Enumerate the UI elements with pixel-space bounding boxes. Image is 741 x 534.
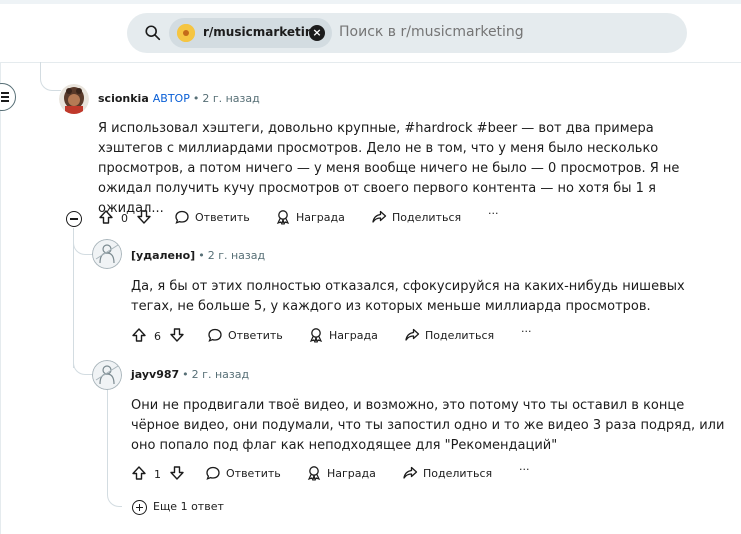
- award-button[interactable]: Награда: [306, 465, 376, 481]
- comment-time[interactable]: 2 г. назад: [208, 249, 265, 262]
- top-divider: [0, 0, 741, 4]
- comment-body: Да, я бы от этих полностью отказался, сф…: [131, 279, 685, 314]
- subreddit-filter-chip[interactable]: r/musicmarketing ×: [169, 18, 332, 48]
- award-button[interactable]: Награда: [308, 327, 378, 343]
- reply-button[interactable]: Ответить: [174, 209, 250, 225]
- upvote-icon: [132, 328, 146, 342]
- upvote-button[interactable]: [98, 209, 114, 225]
- vote-score: 1: [154, 468, 161, 481]
- share-label: Поделиться: [425, 328, 495, 342]
- award-label: Награда: [329, 328, 378, 342]
- reply-label: Ответить: [228, 328, 283, 342]
- share-icon: [372, 210, 387, 223]
- comment-actions: 1 Ответить Награда Поделиться ···: [131, 463, 551, 485]
- comment-author[interactable]: scionkia: [98, 92, 149, 105]
- upvote-icon: [132, 466, 146, 480]
- thread-connector: [40, 62, 61, 91]
- award-icon: [307, 466, 321, 481]
- award-icon: [309, 328, 323, 343]
- subreddit-chip-label: r/musicmarketing: [203, 25, 323, 39]
- close-icon[interactable]: ×: [309, 25, 325, 41]
- comment-icon: [208, 328, 222, 342]
- comment-author: [удалено]: [131, 249, 196, 262]
- downvote-button[interactable]: [136, 209, 152, 225]
- share-label: Поделиться: [423, 466, 493, 480]
- vote-score: 6: [154, 330, 161, 343]
- search-icon: [145, 25, 161, 41]
- subreddit-icon: [177, 24, 195, 42]
- comment-actions: 6 Ответить Награда Поделиться ···: [131, 325, 551, 347]
- share-button[interactable]: Поделиться: [404, 327, 494, 343]
- thread-connector: [73, 350, 94, 375]
- share-label: Поделиться: [392, 210, 462, 224]
- reply-button[interactable]: Ответить: [207, 327, 283, 343]
- comment-actions: 0 Ответить Награда Поделиться ···: [98, 207, 518, 229]
- expand-replies-icon[interactable]: [132, 500, 147, 515]
- thread-line: [107, 388, 108, 492]
- more-icon: ···: [519, 463, 530, 476]
- comment-meta: [удалено] • 2 г. назад: [131, 249, 265, 262]
- comment-meta: jayv987 • 2 г. назад: [131, 368, 249, 381]
- comment-time[interactable]: 2 г. назад: [192, 368, 249, 381]
- share-button[interactable]: Поделиться: [402, 465, 492, 481]
- award-icon: [276, 210, 290, 225]
- search-bar[interactable]: r/musicmarketing ×: [127, 13, 687, 53]
- avatar[interactable]: [92, 360, 122, 390]
- comment-icon: [175, 210, 189, 224]
- thread-connector: [107, 488, 122, 507]
- upvote-icon: [99, 210, 113, 224]
- comment-icon: [206, 466, 220, 480]
- upvote-button[interactable]: [131, 465, 147, 481]
- upvote-button[interactable]: [131, 327, 147, 343]
- award-label: Награда: [296, 210, 345, 224]
- downvote-icon: [137, 210, 151, 224]
- award-button[interactable]: Награда: [275, 209, 345, 225]
- reply-label: Ответить: [226, 466, 281, 480]
- comment-body: Я использовал хэштеги, довольно крупные,…: [98, 121, 680, 216]
- comment-meta: scionkia АВТОР • 2 г. назад: [98, 92, 260, 105]
- reply-label: Ответить: [195, 210, 250, 224]
- share-icon: [403, 466, 418, 479]
- more-icon: ···: [488, 207, 499, 220]
- left-rail-divider: [0, 62, 1, 534]
- avatar[interactable]: [92, 239, 122, 269]
- more-icon: ···: [521, 325, 532, 338]
- comment-author[interactable]: jayv987: [131, 368, 179, 381]
- downvote-button[interactable]: [169, 327, 185, 343]
- comment-body: Они не продвигали твоё видео, и возможно…: [131, 398, 725, 453]
- downvote-icon: [170, 328, 184, 342]
- top-bar: r/musicmarketing ×: [0, 0, 741, 63]
- collapse-thread-button[interactable]: [66, 211, 82, 227]
- more-options-button[interactable]: ···: [519, 463, 530, 476]
- comment-time[interactable]: 2 г. назад: [202, 92, 259, 105]
- share-button[interactable]: Поделиться: [371, 209, 461, 225]
- more-replies-link[interactable]: Еще 1 ответ: [153, 500, 224, 513]
- meta-separator: •: [182, 368, 189, 381]
- downvote-button[interactable]: [169, 465, 185, 481]
- more-options-button[interactable]: ···: [488, 207, 499, 220]
- vote-score: 0: [121, 212, 128, 225]
- op-badge: АВТОР: [152, 92, 190, 105]
- downvote-icon: [170, 466, 184, 480]
- search-input[interactable]: [339, 24, 639, 40]
- thread-connector: [73, 228, 94, 255]
- share-icon: [405, 328, 420, 341]
- thread-line: [73, 228, 74, 368]
- more-options-button[interactable]: ···: [521, 325, 532, 338]
- meta-separator: •: [198, 249, 205, 262]
- avatar[interactable]: [59, 84, 89, 114]
- reply-button[interactable]: Ответить: [205, 465, 281, 481]
- meta-separator: •: [192, 92, 200, 105]
- menu-icon[interactable]: [0, 83, 16, 111]
- award-label: Награда: [327, 466, 376, 480]
